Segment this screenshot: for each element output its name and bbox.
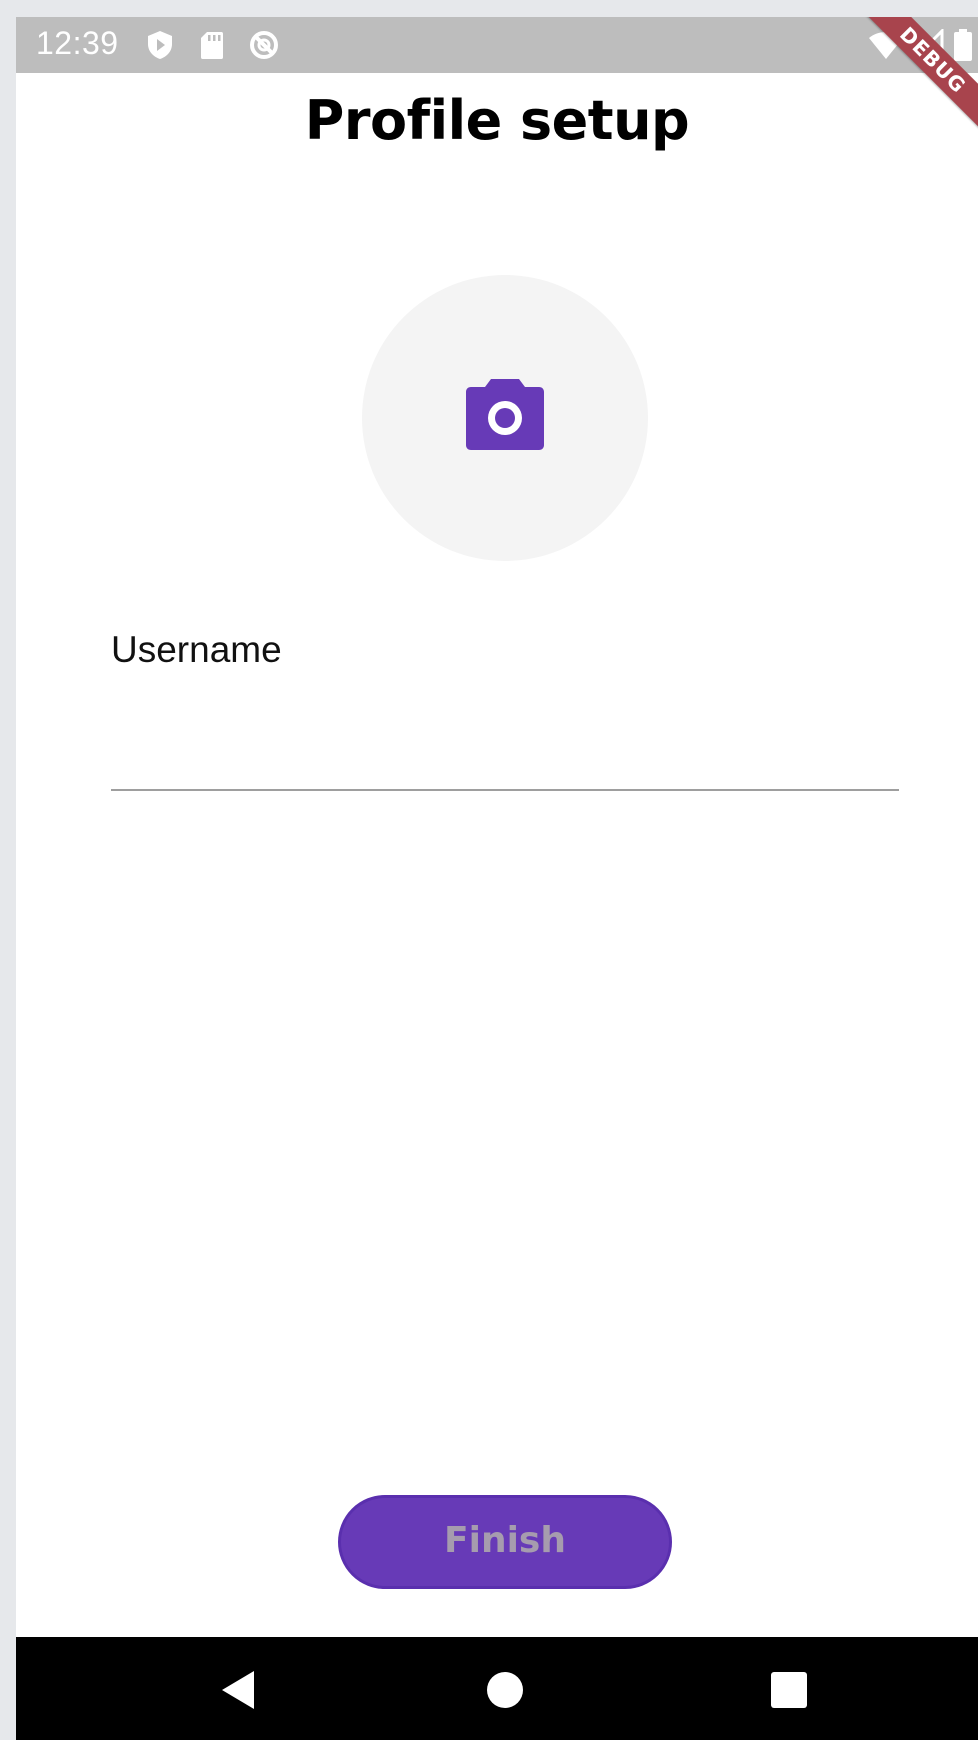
navigation-bar [16,1637,978,1740]
sd-card-icon [196,29,228,61]
username-underline [111,789,899,791]
battery-icon [952,29,978,61]
recents-icon[interactable] [766,1667,812,1713]
phone-screen: 12:39 DEBUG Profile setup Username Finis… [16,17,978,1740]
username-label: Username [111,629,282,670]
username-field: Username [111,629,899,809]
camera-icon [465,377,545,451]
home-icon[interactable] [482,1667,528,1713]
status-time: 12:39 [36,25,119,61]
sync-disabled-icon [248,29,280,61]
back-icon[interactable] [216,1667,262,1713]
finish-button[interactable]: Finish [338,1495,672,1589]
shield-play-icon [144,29,176,61]
status-bar: 12:39 [16,17,978,73]
page-title: Profile setup [304,89,690,152]
username-input[interactable] [111,729,899,789]
avatar-picker-button[interactable] [362,275,648,561]
